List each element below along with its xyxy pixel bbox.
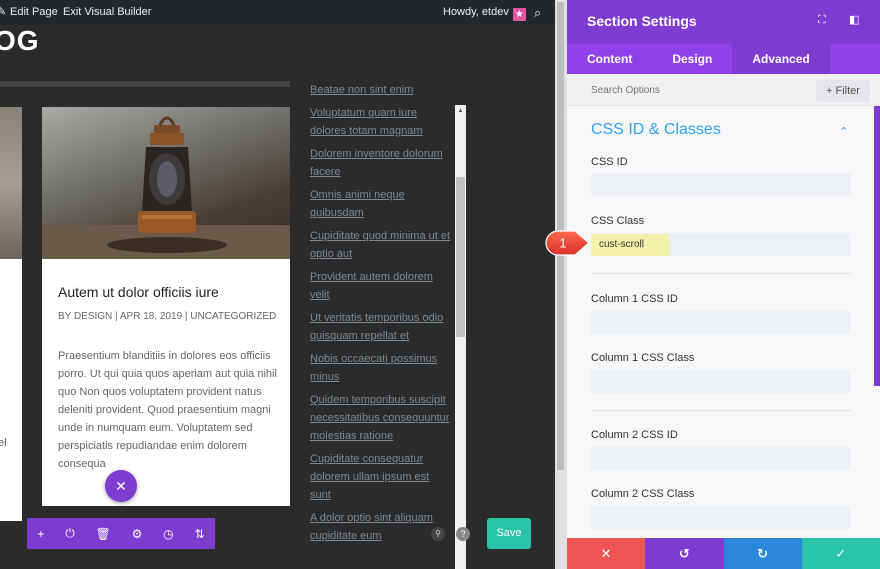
page-scrollbar[interactable] bbox=[555, 0, 567, 569]
search-icon[interactable]: ⌕ bbox=[534, 0, 541, 25]
divider-bar bbox=[0, 81, 290, 87]
close-icon: ✕ bbox=[115, 478, 127, 494]
howdy-label: Howdy, etdev bbox=[443, 6, 509, 18]
section-settings-panel: Section Settings ⛶ ◧ Content Design Adva… bbox=[567, 0, 880, 569]
list-item[interactable]: Dolorem inventore dolorum facere bbox=[310, 145, 452, 181]
howdy-user-menu[interactable]: Howdy, etdev ★ bbox=[443, 0, 526, 25]
panel-title: Section Settings bbox=[587, 13, 697, 29]
search-options-row: + Filter bbox=[567, 74, 880, 106]
blog-card-left[interactable]: el bbox=[0, 107, 22, 521]
divider bbox=[591, 273, 851, 274]
list-item[interactable]: Beatae non sint enim bbox=[310, 81, 452, 99]
tab-content[interactable]: Content bbox=[567, 44, 652, 74]
panel-scrollbar-thumb[interactable] bbox=[874, 106, 880, 386]
post-meta: BY DESIGN | APR 18, 2019 | UNCATEGORIZED bbox=[58, 311, 277, 322]
post-thumbnail-lantern bbox=[42, 107, 290, 259]
list-item[interactable]: Provident autem dolorem velit bbox=[310, 268, 452, 304]
panel-header: Section Settings ⛶ ◧ bbox=[567, 0, 880, 44]
lantern-image bbox=[42, 116, 290, 259]
trash-icon[interactable]: 🗑 bbox=[96, 527, 111, 541]
chevron-up-icon[interactable]: ⌃ bbox=[839, 125, 851, 138]
recent-posts-list: Beatae non sint enim Voluptatum quam iur… bbox=[310, 81, 452, 550]
dock-panel-icon[interactable]: ◧ bbox=[849, 15, 860, 26]
divider bbox=[591, 410, 851, 411]
list-item[interactable]: Voluptatum quam iure dolores totam magna… bbox=[310, 104, 452, 140]
section-toolbar: + ⏻ 🗑 ⚙ ◷ ⇅ bbox=[27, 518, 215, 549]
css-id-label: CSS ID bbox=[591, 156, 628, 168]
tab-design[interactable]: Design bbox=[652, 44, 732, 74]
page-heading: OG bbox=[0, 25, 40, 56]
callout-marker: 1 bbox=[545, 230, 590, 256]
builder-canvas: OG el Autem ut dolor officiis iure BY DE… bbox=[0, 25, 555, 569]
help-icon[interactable]: ? bbox=[456, 527, 470, 541]
post-excerpt: Praesentium blanditiis in dolores eos of… bbox=[58, 350, 277, 470]
save-changes-button[interactable]: ✓ bbox=[801, 538, 880, 569]
post-thumbnail bbox=[0, 107, 22, 259]
list-item[interactable]: Cupiditate consequatur dolorem ullam ips… bbox=[310, 450, 452, 504]
scroll-up-icon[interactable]: ▲ bbox=[455, 105, 466, 117]
css-class-value: cust-scroll bbox=[591, 234, 669, 256]
post-excerpt-fragment: el bbox=[0, 437, 7, 449]
list-item[interactable]: Nobis occaecati possimus minus bbox=[310, 350, 452, 386]
edit-page-link[interactable]: Edit Page bbox=[10, 0, 58, 25]
save-button[interactable]: Save bbox=[487, 518, 531, 549]
column1-css-id-input[interactable] bbox=[591, 311, 851, 334]
discard-button[interactable]: ✕ bbox=[567, 538, 646, 569]
column1-css-class-label: Column 1 CSS Class bbox=[591, 352, 695, 364]
callout-number: 1 bbox=[559, 236, 566, 251]
list-item[interactable]: A dolor optio sint aliquam cupiditate eu… bbox=[310, 509, 452, 545]
css-class-label: CSS Class bbox=[591, 215, 645, 227]
panel-action-bar: ✕ ↺ ↻ ✓ bbox=[567, 538, 880, 569]
list-item[interactable]: Quidem temporibus suscipit necessitatibu… bbox=[310, 391, 452, 445]
zoom-icon[interactable]: ⚲ bbox=[431, 527, 445, 541]
undo-icon: ↺ bbox=[678, 546, 690, 561]
panel-tabs: Content Design Advanced bbox=[567, 44, 880, 74]
filter-button[interactable]: + Filter bbox=[816, 80, 870, 102]
history-icon[interactable]: ◷ bbox=[163, 527, 173, 541]
list-item[interactable]: Ut veritatis temporibus odio quisquam re… bbox=[310, 309, 452, 345]
avatar: ★ bbox=[512, 8, 526, 21]
undo-button[interactable]: ↺ bbox=[645, 538, 724, 569]
list-item[interactable]: Omnis animi neque quibusdam bbox=[310, 186, 452, 222]
column2-css-class-label: Column 2 CSS Class bbox=[591, 488, 695, 500]
fullscreen-icon[interactable]: ⛶ bbox=[818, 15, 829, 26]
post-title[interactable]: Autem ut dolor officiis iure bbox=[58, 284, 278, 300]
redo-icon: ↻ bbox=[757, 546, 769, 561]
column2-css-id-input[interactable] bbox=[591, 447, 851, 470]
css-id-input[interactable] bbox=[591, 173, 851, 196]
sort-icon[interactable]: ⇅ bbox=[194, 527, 204, 541]
section-scrollbar[interactable]: ▲ bbox=[455, 105, 466, 569]
column1-css-id-label: Column 1 CSS ID bbox=[591, 293, 678, 305]
tab-advanced[interactable]: Advanced bbox=[732, 44, 830, 74]
blog-card[interactable]: Autem ut dolor officiis iure BY DESIGN |… bbox=[42, 107, 290, 506]
redo-button[interactable]: ↻ bbox=[723, 538, 802, 569]
search-options-input[interactable] bbox=[591, 83, 771, 97]
pencil-icon: ✎ bbox=[0, 6, 7, 18]
add-icon[interactable]: + bbox=[37, 527, 44, 541]
checkmark-icon: ✓ bbox=[835, 546, 847, 561]
power-icon[interactable]: ⏻ bbox=[65, 526, 75, 541]
column2-css-id-label: Column 2 CSS ID bbox=[591, 429, 678, 441]
close-module-button[interactable]: ✕ bbox=[105, 470, 137, 502]
list-item[interactable]: Cupiditate quod minima ut et optio aut bbox=[310, 227, 452, 263]
admin-bar: ✎ Edit Page Exit Visual Builder Howdy, e… bbox=[0, 0, 567, 25]
column2-css-class-input[interactable] bbox=[591, 506, 851, 529]
exit-visual-builder-link[interactable]: Exit Visual Builder bbox=[63, 0, 151, 25]
close-icon: ✕ bbox=[600, 546, 612, 561]
scrollbar-thumb[interactable] bbox=[456, 177, 465, 337]
column1-css-class-input[interactable] bbox=[591, 370, 851, 393]
gear-icon[interactable]: ⚙ bbox=[132, 527, 143, 541]
section-toggle-title[interactable]: CSS ID & Classes bbox=[591, 121, 721, 139]
